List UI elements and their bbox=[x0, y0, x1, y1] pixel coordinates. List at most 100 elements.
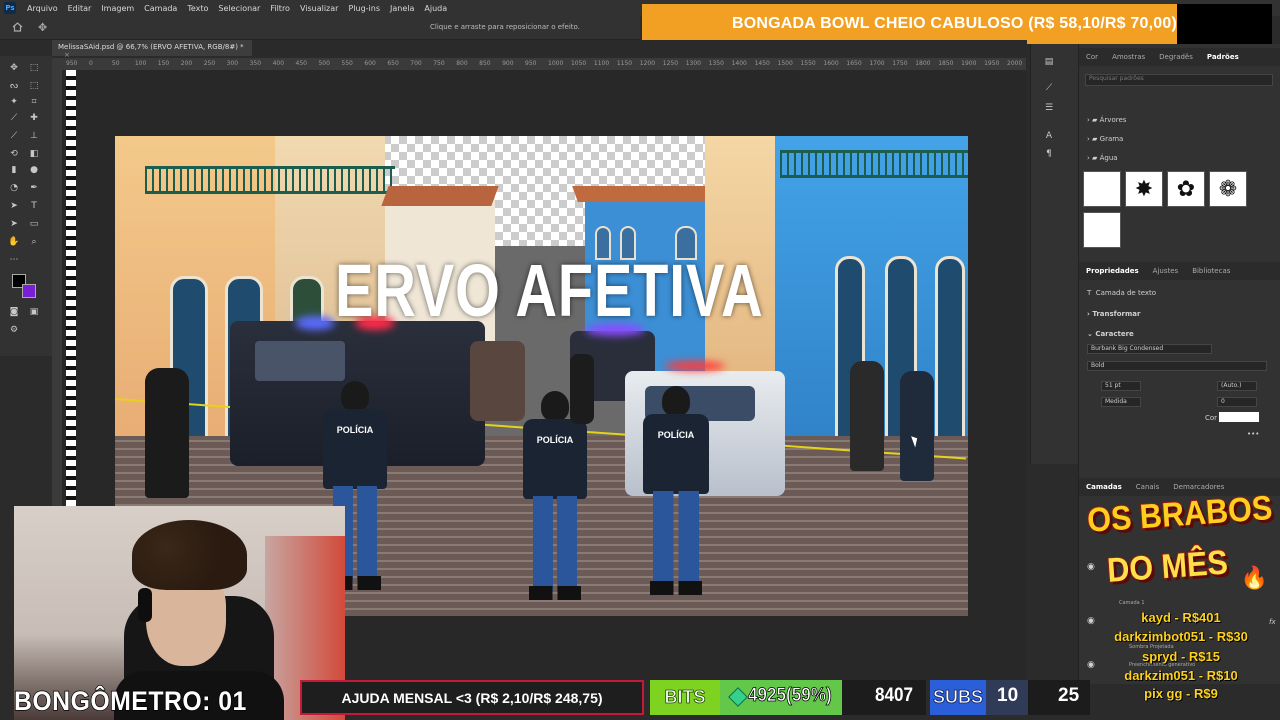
lasso-tool-icon[interactable]: ᔓ bbox=[8, 80, 20, 92]
folder-agua[interactable]: › ▰ Água bbox=[1087, 154, 1118, 162]
donation-goal-banner: BONGADA BOWL CHEIO CABULOSO (R$ 58,10/R$… bbox=[642, 4, 1272, 44]
pattern-thumb-flower-icon[interactable]: ✿ bbox=[1167, 171, 1205, 207]
magic-wand-tool-icon[interactable]: ✦ bbox=[8, 96, 20, 108]
move-tool-icon[interactable]: ✥ bbox=[8, 62, 20, 74]
tab-ajustes[interactable]: Ajustes bbox=[1146, 267, 1186, 275]
ruler-tick-label: 1300 bbox=[685, 60, 701, 67]
pattern-thumb-rose-icon[interactable]: ❁ bbox=[1209, 171, 1247, 207]
ruler-tick-label: 1750 bbox=[892, 60, 908, 67]
blur-tool-icon[interactable]: ● bbox=[28, 164, 40, 176]
eyedropper-tool-icon[interactable]: ⟋ bbox=[8, 112, 20, 124]
ruler-tick-label: 1800 bbox=[915, 60, 931, 67]
document-tab[interactable]: MelissaSAid.psd @ 66,7% (ERVO AFETIVA, R… bbox=[52, 40, 252, 59]
balcony-left bbox=[145, 166, 395, 194]
ruler-tick-label: 1850 bbox=[938, 60, 954, 67]
officer-vest-label: POLÍCIA bbox=[523, 419, 587, 499]
pattern-thumb-leaf-icon[interactable]: ✸ bbox=[1125, 171, 1163, 207]
path-select-tool-icon[interactable]: ➤ bbox=[8, 200, 20, 212]
menu-janela[interactable]: Janela bbox=[385, 4, 419, 13]
font-size-field[interactable]: 51 pt bbox=[1101, 381, 1141, 391]
brush-tool-icon[interactable]: ⟋ bbox=[8, 130, 20, 142]
menu-camada[interactable]: Camada bbox=[139, 4, 182, 13]
ruler-tick-label: 400 bbox=[272, 60, 285, 67]
transform-section[interactable]: › Transformar bbox=[1087, 310, 1140, 318]
ruler-tick-label: 1950 bbox=[984, 60, 1000, 67]
screen-mode-icon[interactable]: ▣ bbox=[28, 306, 40, 318]
ruler-tick-label: 850 bbox=[479, 60, 491, 67]
more-tools-icon[interactable]: ⋯ bbox=[8, 254, 20, 266]
ruler-tick-label: 1650 bbox=[846, 60, 862, 67]
ruler-tick-label: 300 bbox=[226, 60, 239, 67]
ruler-tick-label: 950 bbox=[66, 60, 78, 67]
pattern-search-input[interactable]: Pesquisar padrões bbox=[1085, 74, 1273, 86]
tab-padroes[interactable]: Padrões bbox=[1200, 53, 1246, 61]
brush-settings-icon[interactable]: ⟋ bbox=[1043, 82, 1055, 94]
tab-amostras[interactable]: Amostras bbox=[1105, 53, 1152, 61]
brabos-title-line2: DO MÊS bbox=[1105, 543, 1230, 591]
transform-label: Transformar bbox=[1092, 310, 1141, 318]
gradient-tool-icon[interactable]: ▮ bbox=[8, 164, 20, 176]
ruler-tick-label: 1150 bbox=[616, 60, 633, 67]
pen-tool-icon[interactable]: ✒ bbox=[28, 182, 40, 194]
menu-arquivo[interactable]: Arquivo bbox=[22, 4, 63, 13]
canvas-edge-strip bbox=[66, 70, 76, 506]
hand-tool-icon[interactable]: ✋ bbox=[8, 236, 20, 248]
type-tool-icon[interactable]: T bbox=[28, 200, 40, 212]
home-icon[interactable] bbox=[12, 22, 23, 32]
tab-cor[interactable]: Cor bbox=[1079, 53, 1105, 61]
font-style-select[interactable]: Bold bbox=[1087, 361, 1267, 371]
character-section[interactable]: ⌄ Caractere bbox=[1087, 330, 1134, 338]
menu-selecionar[interactable]: Selecionar bbox=[213, 4, 265, 13]
tracking-field[interactable]: 0 bbox=[1217, 397, 1257, 407]
background-color-swatch[interactable] bbox=[22, 284, 36, 298]
pattern-thumb-1[interactable] bbox=[1083, 171, 1121, 207]
options-bar: ✥ Clique e arraste para reposicionar o e… bbox=[0, 16, 640, 40]
artboard-tool-icon[interactable]: ⚙ bbox=[8, 324, 20, 336]
menu-imagem[interactable]: Imagem bbox=[96, 4, 139, 13]
history-panel-icon[interactable]: ▤ bbox=[1043, 56, 1055, 68]
tab-degrades[interactable]: Degradês bbox=[1152, 53, 1200, 61]
character-panel-icon[interactable]: A bbox=[1043, 130, 1055, 142]
properties-panel-tabs: Propriedades Ajustes Bibliotecas bbox=[1079, 262, 1280, 280]
tab-canais[interactable]: Canais bbox=[1129, 483, 1167, 491]
move-tool-icon[interactable]: ✥ bbox=[38, 21, 47, 34]
rectangle-tool-icon[interactable]: ▭ bbox=[28, 218, 40, 230]
text-color-swatch[interactable] bbox=[1219, 412, 1259, 422]
tab-propriedades[interactable]: Propriedades bbox=[1079, 267, 1146, 275]
dodge-tool-icon[interactable]: ◔ bbox=[8, 182, 20, 194]
history-brush-tool-icon[interactable]: ⟲ bbox=[8, 148, 20, 160]
tab-bibliotecas[interactable]: Bibliotecas bbox=[1185, 267, 1237, 275]
clone-stamp-tool-icon[interactable]: ⊥ bbox=[28, 130, 40, 142]
healing-brush-tool-icon[interactable]: ✚ bbox=[28, 112, 40, 124]
eraser-tool-icon[interactable]: ◧ bbox=[28, 148, 40, 160]
pattern-thumb-2[interactable] bbox=[1083, 212, 1121, 248]
ruler-tick-label: 0 bbox=[88, 60, 93, 67]
tab-demarcadores[interactable]: Demarcadores bbox=[1166, 483, 1231, 491]
folder-grama[interactable]: › ▰ Grama bbox=[1087, 135, 1123, 143]
menu-plugins[interactable]: Plug-ins bbox=[343, 4, 385, 13]
tab-camadas[interactable]: Camadas bbox=[1079, 483, 1129, 491]
more-options-icon[interactable]: ••• bbox=[1247, 430, 1259, 438]
menu-filtro[interactable]: Filtro bbox=[265, 4, 295, 13]
leading-field[interactable]: (Auto.) bbox=[1217, 381, 1257, 391]
adjustments-icon[interactable]: ☰ bbox=[1043, 102, 1055, 114]
font-family-select[interactable]: Burbank Big Condensed bbox=[1087, 344, 1212, 354]
bits-amount: 4925(59%) bbox=[748, 685, 832, 707]
direct-select-tool-icon[interactable]: ➤ bbox=[8, 218, 20, 230]
menu-ajuda[interactable]: Ajuda bbox=[419, 4, 452, 13]
folder-arvores[interactable]: › ▰ Árvores bbox=[1087, 116, 1126, 124]
photoshop-logo-icon: Ps bbox=[4, 2, 16, 14]
balcony-right bbox=[780, 150, 968, 178]
menu-texto[interactable]: Texto bbox=[182, 4, 213, 13]
menu-visualizar[interactable]: Visualizar bbox=[295, 4, 344, 13]
headline-text-layer[interactable]: ERVO AFETIVA bbox=[335, 248, 763, 333]
crop-tool-icon[interactable]: ⌗ bbox=[28, 96, 40, 108]
paragraph-panel-icon[interactable]: ¶ bbox=[1043, 148, 1055, 160]
menu-editar[interactable]: Editar bbox=[63, 4, 97, 13]
ruler-tick-label: 500 bbox=[318, 60, 330, 67]
kerning-field[interactable]: Medida bbox=[1101, 397, 1141, 407]
zoom-tool-icon[interactable]: ⌕ bbox=[28, 236, 40, 248]
marquee-tool-icon[interactable]: ⬚ bbox=[28, 62, 40, 74]
quick-mask-icon[interactable]: ◙ bbox=[8, 306, 20, 318]
object-select-tool-icon[interactable]: ⬚ bbox=[28, 80, 40, 92]
